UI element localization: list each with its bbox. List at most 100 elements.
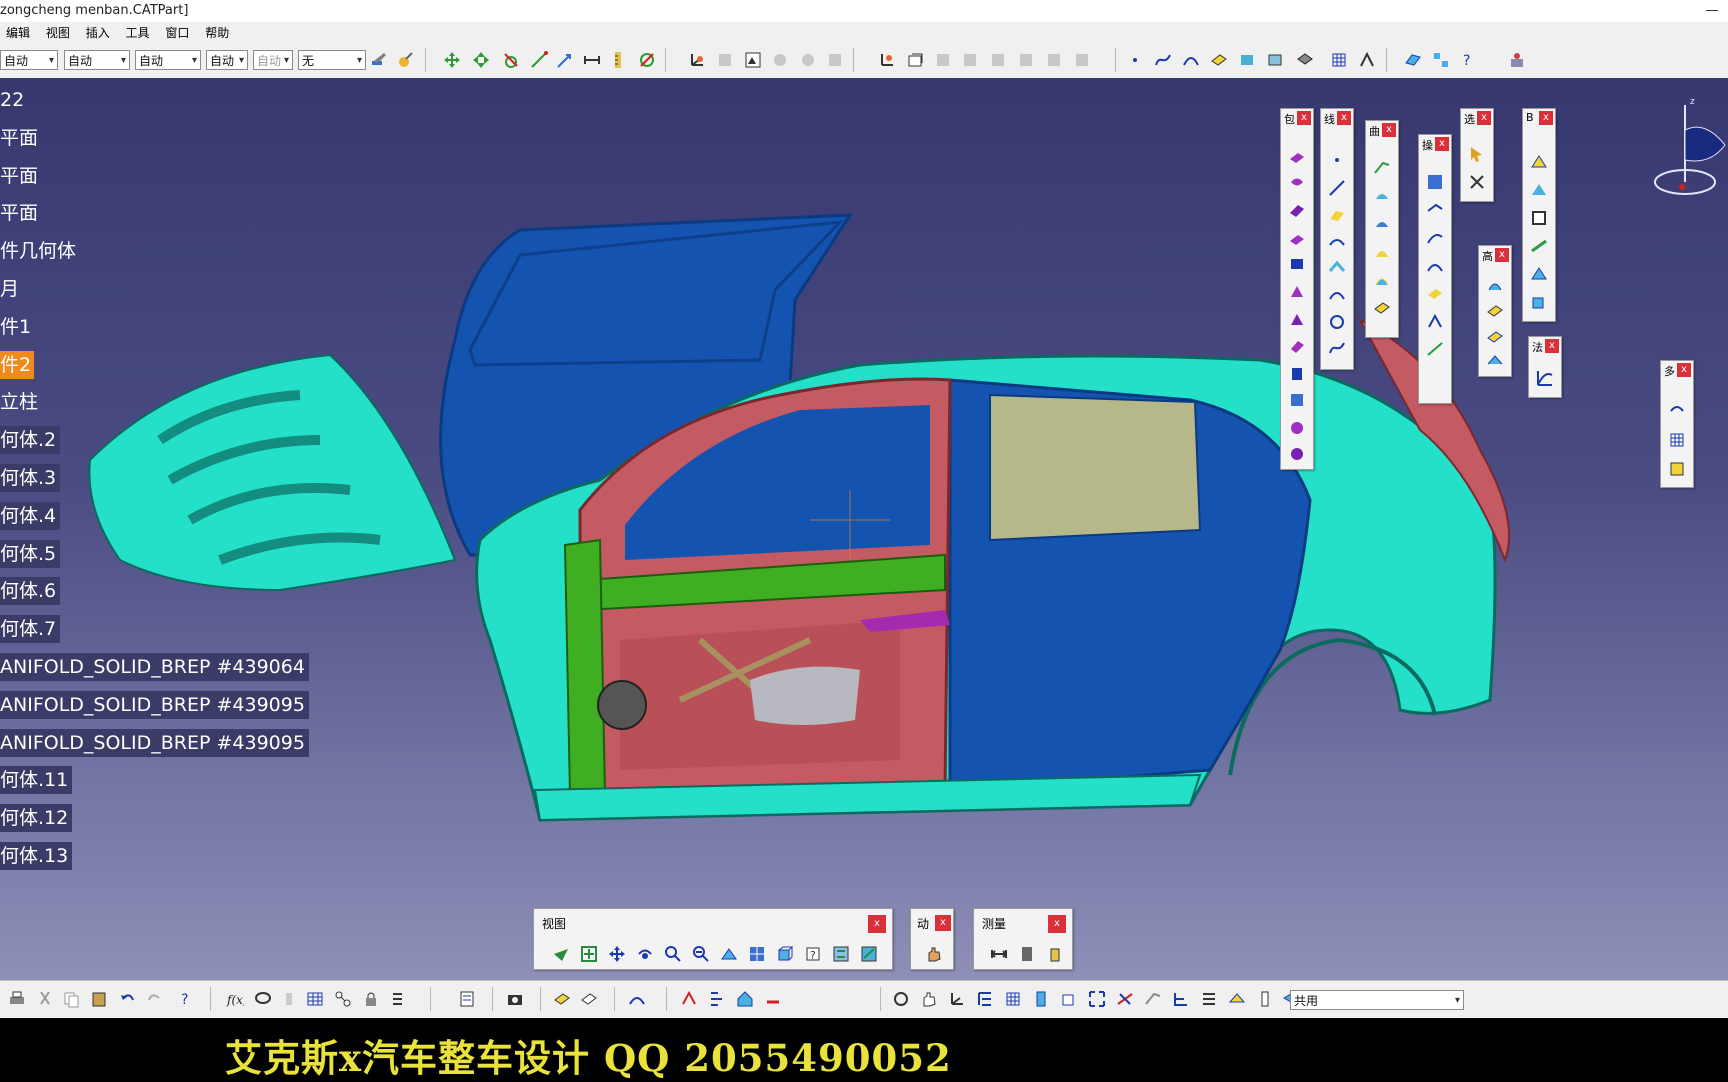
join-icon[interactable] (1288, 391, 1306, 409)
parallel-curve-icon[interactable] (1328, 285, 1346, 303)
close-button[interactable]: x (1297, 111, 1311, 125)
sketch-tool-icon[interactable] (1530, 153, 1548, 171)
copy-icon[interactable] (62, 990, 80, 1008)
swap-space-icon[interactable] (832, 945, 850, 963)
close-button[interactable]: x (1545, 339, 1559, 353)
analysis-icon[interactable] (1358, 51, 1376, 69)
tree-node[interactable]: ANIFOLD_SOLID_BREP #439095 (0, 728, 309, 757)
pan-icon[interactable] (608, 945, 626, 963)
iso-view-icon[interactable] (776, 945, 794, 963)
multi-section-icon[interactable] (1288, 337, 1306, 355)
fit-icon[interactable] (1088, 990, 1106, 1008)
whats-this-icon[interactable]: ? (178, 990, 196, 1008)
update-icon[interactable] (680, 990, 698, 1008)
tree-node[interactable]: 何体.6 (0, 577, 61, 606)
square-tool-icon[interactable] (1530, 209, 1548, 227)
axis-system-icon[interactable] (688, 51, 706, 69)
styling-fillet-icon[interactable] (1486, 352, 1504, 370)
menu-insert[interactable]: 插入 (80, 22, 116, 41)
no-snap-icon[interactable] (638, 51, 656, 69)
translate-icon[interactable] (472, 51, 490, 69)
comment-icon[interactable] (254, 990, 272, 1008)
extrapolate-icon[interactable] (1426, 341, 1444, 359)
tree-expand-icon[interactable] (976, 990, 994, 1008)
graphic-properties-icon[interactable] (396, 51, 414, 69)
shading-icon[interactable] (860, 945, 878, 963)
format-painter-icon[interactable] (370, 51, 388, 69)
line-type-combo[interactable]: 自动 (206, 50, 248, 71)
constraint-icon[interactable] (878, 51, 896, 69)
line-thickness-combo[interactable]: 自动 (135, 50, 201, 71)
select-trap-icon[interactable] (1468, 173, 1486, 191)
blend-icon[interactable] (1288, 365, 1306, 383)
sweep-icon[interactable] (1288, 283, 1306, 301)
catalog-icon[interactable] (458, 990, 476, 1008)
surface-icon[interactable] (1210, 51, 1228, 69)
hide-show-icon[interactable]: ? (804, 945, 822, 963)
revolve-icon[interactable] (1288, 173, 1306, 191)
axis-icon[interactable] (948, 990, 966, 1008)
offset-icon[interactable] (1288, 255, 1306, 273)
cylinder-icon[interactable] (1288, 229, 1306, 247)
params-icon[interactable] (1200, 990, 1218, 1008)
current-layer-combo[interactable]: 共用 (1290, 990, 1464, 1011)
parameters-icon[interactable] (390, 990, 408, 1008)
clear-icon[interactable] (764, 990, 782, 1008)
spin-icon[interactable] (892, 990, 910, 1008)
symmetry-icon[interactable] (1426, 313, 1444, 331)
sketch-icon[interactable] (906, 51, 924, 69)
paste-icon[interactable] (1668, 459, 1686, 477)
tree-node[interactable]: ANIFOLD_SOLID_BREP #439095 (0, 690, 309, 719)
cylinder-view-icon[interactable] (1032, 990, 1050, 1008)
tree-node[interactable]: 平面 (0, 199, 42, 227)
circle-icon[interactable] (1328, 313, 1346, 331)
formula-icon[interactable]: f(x) (226, 990, 244, 1008)
split-icon[interactable] (1288, 445, 1306, 463)
tree-node[interactable]: 平面 (0, 162, 42, 190)
arc-icon[interactable] (1182, 51, 1200, 69)
hand-icon[interactable] (925, 945, 943, 963)
knowledge-icon[interactable] (334, 990, 352, 1008)
spline-icon[interactable] (1154, 51, 1172, 69)
paste-icon[interactable] (90, 990, 108, 1008)
spline-icon[interactable] (1328, 339, 1346, 357)
tangent-tool-icon[interactable] (1530, 237, 1548, 255)
scan-icon[interactable] (628, 990, 646, 1008)
translate-icon[interactable] (1426, 257, 1444, 275)
menu-window[interactable]: 窗口 (159, 22, 195, 41)
tree-node[interactable]: 22 (0, 86, 28, 114)
car-body-model[interactable]: z (0, 78, 1728, 980)
point-icon[interactable] (1126, 51, 1144, 69)
transparency-combo[interactable]: 自动 (64, 50, 130, 71)
table-icon[interactable] (306, 990, 324, 1008)
whats-this-icon[interactable]: ? (1460, 51, 1478, 69)
geometrical-set-icon[interactable] (580, 990, 598, 1008)
extract-icon[interactable] (1426, 201, 1444, 219)
tree-node[interactable]: 何体.5 (0, 539, 61, 568)
law-curve-icon[interactable] (1536, 369, 1554, 387)
close-button[interactable]: x (1435, 137, 1449, 151)
capture-icon[interactable] (506, 990, 524, 1008)
light-icon[interactable] (1228, 990, 1246, 1008)
undo-icon[interactable] (118, 990, 136, 1008)
color-combo[interactable]: 自动 (0, 50, 58, 71)
box-view-icon[interactable] (1060, 990, 1078, 1008)
close-button[interactable]: x (1539, 111, 1553, 125)
scale-icon[interactable] (556, 51, 574, 69)
menu-help[interactable]: 帮助 (199, 22, 235, 41)
tree-node[interactable]: 立柱 (0, 388, 42, 416)
layer-combo[interactable]: 无 (298, 50, 366, 71)
point-tool-icon[interactable] (1530, 181, 1548, 199)
ruler-icon[interactable] (610, 51, 628, 69)
3d-viewport[interactable]: z 22 平面 平面 平面 件几何体月件1 件2 立柱 何体.2 何体.3 何体.4 何体.5 何体.… (0, 78, 1728, 980)
multi-section-surface-icon[interactable] (1486, 328, 1504, 346)
tree-node[interactable]: 何体.3 (0, 464, 61, 492)
tree-node[interactable]: 件几何体 (0, 237, 80, 265)
extrude-surface-icon[interactable] (1373, 159, 1391, 177)
tree-node[interactable]: 件1 (0, 313, 35, 341)
healing-icon[interactable] (1288, 419, 1306, 437)
user-icon[interactable] (1508, 51, 1526, 69)
render-icon[interactable] (744, 51, 762, 69)
normal-view-icon[interactable] (720, 945, 738, 963)
lock-icon[interactable] (362, 990, 380, 1008)
